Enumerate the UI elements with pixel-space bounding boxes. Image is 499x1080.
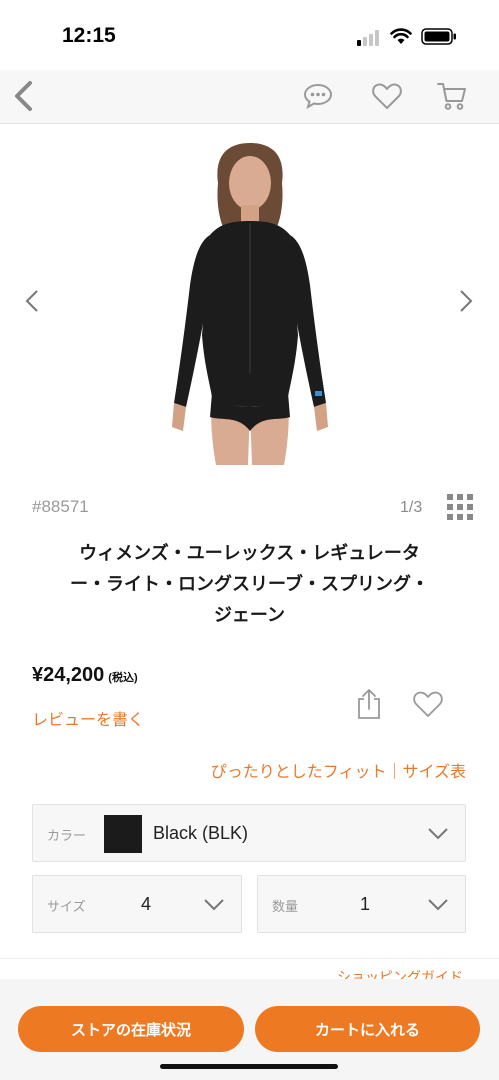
favorite-product-button[interactable] [408, 686, 448, 722]
size-value: 4 [141, 894, 152, 914]
chevron-down-icon [428, 828, 448, 840]
chevron-right-icon [460, 290, 473, 312]
share-button[interactable] [352, 686, 386, 722]
heart-icon [372, 83, 402, 109]
chevron-down-icon [204, 899, 224, 911]
product-title-line: ジェーン [213, 605, 286, 626]
size-select[interactable]: サイズ 4 [32, 875, 242, 933]
back-button[interactable] [3, 76, 43, 116]
product-title-line: ー・ライト・ロングスリーブ・スプリング・ [70, 574, 429, 595]
size-label: サイズ [47, 900, 86, 915]
quantity-value: 1 [360, 894, 371, 914]
cart-button[interactable] [432, 76, 472, 116]
price-value: ¥24,200 [32, 664, 105, 686]
image-page-indicator: 1/3 [400, 499, 423, 516]
speech-bubble-icon [303, 83, 333, 109]
product-title: ウィメンズ・ユーレックス・レギュレータ ー・ライト・ロングスリーブ・スプリング・… [20, 538, 479, 631]
product-price: ¥24,200 (税込) [32, 664, 138, 687]
heart-icon [413, 691, 443, 717]
product-sku: #88571 [32, 497, 89, 516]
tax-note: (税込) [108, 672, 138, 684]
color-value: Black (BLK) [153, 823, 249, 843]
home-indicator [160, 1064, 338, 1069]
carousel-next-button[interactable] [452, 286, 480, 316]
cellular-signal-icon [357, 30, 381, 46]
shopping-guide-link[interactable]: ショッピングガイド [337, 967, 463, 979]
color-select[interactable]: カラー Black (BLK) [32, 804, 466, 862]
fit-size-chart-link[interactable]: ぴったりとしたフィット｜サイズ表 [211, 758, 466, 782]
section-divider [0, 958, 499, 959]
battery-icon [421, 28, 456, 45]
add-to-cart-button[interactable]: カートに入れる [255, 1006, 480, 1052]
carousel-prev-button[interactable] [18, 286, 46, 316]
product-title-line: ウィメンズ・ユーレックス・レギュレータ [79, 543, 420, 564]
grid-view-icon[interactable] [447, 494, 473, 520]
chat-button[interactable] [298, 76, 338, 116]
write-review-link[interactable]: レビューを書く [32, 706, 144, 730]
wifi-icon [390, 28, 412, 44]
favorite-nav-button[interactable] [367, 76, 407, 116]
status-bar: 12:15 [0, 0, 499, 70]
status-time: 12:15 [62, 24, 116, 47]
chevron-left-icon [25, 290, 38, 312]
color-label: カラー [47, 829, 87, 844]
cart-icon [437, 83, 466, 110]
store-stock-button[interactable]: ストアの在庫状況 [18, 1006, 244, 1052]
quantity-label: 数量 [272, 900, 299, 915]
chevron-left-icon [15, 81, 32, 111]
share-icon [358, 689, 380, 719]
product-image[interactable] [150, 135, 350, 465]
quantity-select[interactable]: 数量 1 [257, 875, 466, 933]
chevron-down-icon [428, 899, 448, 911]
color-swatch [104, 815, 142, 853]
nav-bar [0, 70, 499, 124]
